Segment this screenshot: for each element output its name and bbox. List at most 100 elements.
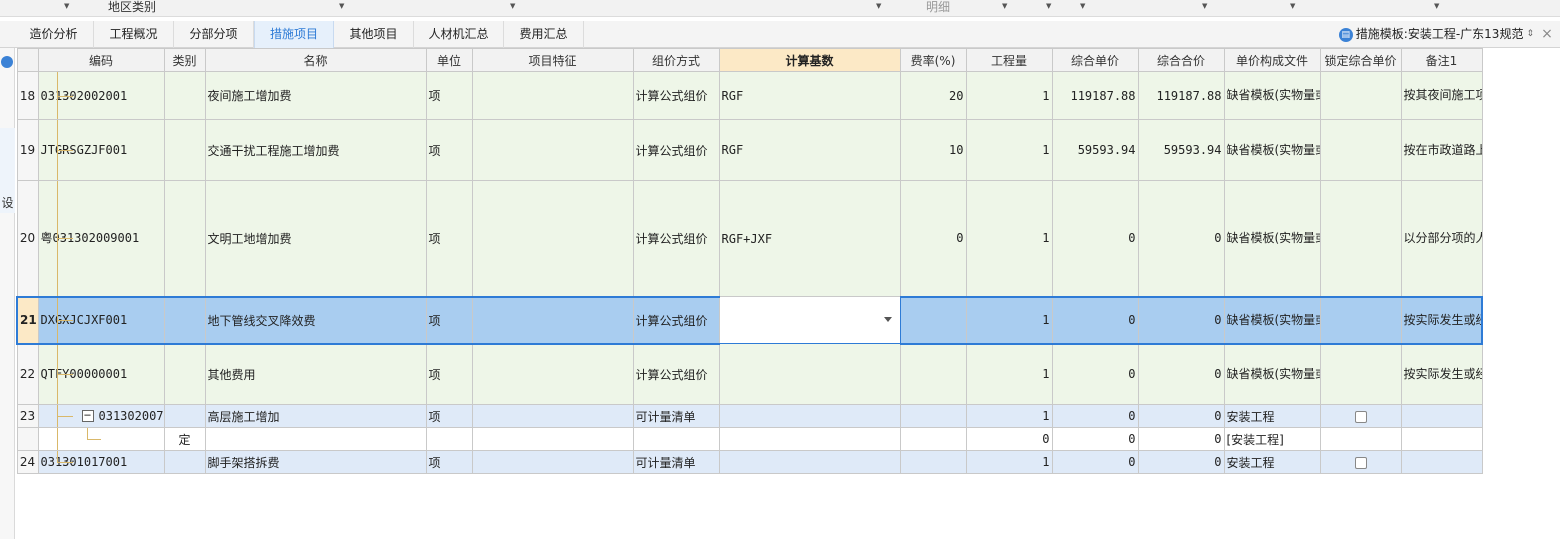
cell-unit-price[interactable]: 59593.94 (1051, 119, 1139, 181)
cell-calc-base[interactable]: RGF (718, 71, 901, 120)
cell-unit[interactable]: 项 (425, 295, 473, 345)
tab-cost-analysis[interactable]: 造价分析 (14, 21, 94, 48)
table-row[interactable]: 24 031301017001 脚手架搭拆费 项 可计量清单 1 0 0 安装工… (16, 450, 1483, 474)
cell-category[interactable] (163, 295, 206, 345)
cell-lock-price[interactable] (1319, 450, 1402, 474)
cell-pricing-method[interactable]: 计算公式组价 (632, 71, 720, 120)
cell-rate[interactable] (899, 427, 967, 451)
cell-quantity[interactable]: 1 (965, 343, 1053, 405)
cell-quantity[interactable]: 0 (965, 427, 1053, 451)
header-unit[interactable]: 单位 (425, 48, 473, 72)
cell-name[interactable]: 脚手架搭拆费 (204, 450, 427, 474)
cell-unit-price[interactable]: 0 (1051, 427, 1139, 451)
cell-unit-price[interactable]: 0 (1051, 180, 1139, 297)
tab-measures[interactable]: 措施项目 (254, 21, 334, 48)
cell-total[interactable]: 0 (1137, 295, 1225, 345)
row-number[interactable]: 24 (16, 450, 39, 474)
cell-code[interactable]: 031301017001 (37, 450, 165, 474)
header-feature[interactable]: 项目特征 (471, 48, 634, 72)
cell-category[interactable]: 定 (163, 427, 206, 451)
cell-unit[interactable]: 项 (425, 343, 473, 405)
cell-code[interactable]: 031302002001 (37, 71, 165, 120)
cell-remark[interactable] (1400, 427, 1483, 451)
cell-code[interactable]: −031302007001 (37, 404, 165, 428)
cell-rate[interactable]: 10 (899, 119, 967, 181)
cell-calc-base[interactable]: RGF+JXF (718, 180, 901, 297)
tab-project-overview[interactable]: 工程概况 (94, 21, 174, 48)
cell-calc-base[interactable] (718, 450, 901, 474)
lock-price-checkbox[interactable] (1354, 456, 1367, 469)
cell-unit[interactable]: 项 (425, 404, 473, 428)
cell-lock-price[interactable] (1319, 180, 1402, 297)
cell-rate[interactable] (899, 404, 967, 428)
header-total[interactable]: 综合合价 (1137, 48, 1225, 72)
cell-name[interactable]: 文明工地增加费 (204, 180, 427, 297)
cell-feature[interactable] (471, 404, 634, 428)
cell-unit[interactable]: 项 (425, 119, 473, 181)
cell-price-file[interactable]: 缺省模板(实物量或计算公式组价) (1223, 119, 1321, 181)
cell-total[interactable]: 0 (1137, 180, 1225, 297)
table-row-sub[interactable]: 定 0 0 0 [安装工程] (16, 427, 1483, 451)
cell-lock-price[interactable] (1319, 295, 1402, 345)
cell-rate[interactable] (899, 343, 967, 405)
cell-feature[interactable] (471, 71, 634, 120)
cell-remark[interactable] (1400, 404, 1483, 428)
cell-lock-price[interactable] (1319, 404, 1402, 428)
cell-rate[interactable] (899, 295, 967, 345)
cell-remark[interactable] (1400, 450, 1483, 474)
cell-unit-price[interactable]: 0 (1051, 295, 1139, 345)
cell-name[interactable]: 高层施工增加 (204, 404, 427, 428)
cell-name[interactable]: 地下管线交叉降效费 (204, 295, 427, 345)
sort-arrows-icon[interactable]: ⇕ (1526, 21, 1534, 48)
close-icon[interactable]: × (1534, 21, 1560, 48)
cell-category[interactable] (163, 71, 206, 120)
header-lock-price[interactable]: 锁定综合单价 (1319, 48, 1402, 72)
cell-pricing-method[interactable]: 计算公式组价 (632, 119, 720, 181)
cell-quantity[interactable]: 1 (965, 295, 1053, 345)
cell-code[interactable]: 粤031302009001 (37, 180, 165, 297)
dropdown-arrow-icon[interactable]: ▼ (1434, 2, 1439, 10)
table-row[interactable]: 23 −031302007001 高层施工增加 项 可计量清单 1 0 0 安装… (16, 404, 1483, 428)
header-calc-base[interactable]: 计算基数 (718, 48, 901, 72)
info-dot-icon[interactable] (1, 56, 13, 68)
row-number[interactable]: 20 (16, 180, 39, 297)
cell-unit[interactable]: 项 (425, 180, 473, 297)
cell-unit-price[interactable]: 119187.88 (1051, 71, 1139, 120)
row-number[interactable]: 22 (16, 343, 39, 405)
cell-remark[interactable]: 以分部分项的人工费与施工机具费之和为计算基础；市级文明工地1.00%；省级文明工… (1400, 180, 1483, 297)
cell-unit-price[interactable]: 0 (1051, 343, 1139, 405)
cell-quantity[interactable]: 1 (965, 180, 1053, 297)
cell-code[interactable]: JTGRSGZJF001 (37, 119, 165, 181)
cell-calc-base[interactable] (718, 343, 901, 405)
cell-rate[interactable]: 20 (899, 71, 967, 120)
chevron-down-icon[interactable] (883, 317, 892, 322)
table-row[interactable]: 20 粤031302009001 文明工地增加费 项 计算公式组价 RGF+JX… (16, 180, 1483, 297)
cell-total[interactable]: 0 (1137, 404, 1225, 428)
cell-price-file[interactable]: 缺省模板(实物量或计算公式组价) (1223, 71, 1321, 120)
cell-price-file[interactable]: 安装工程 (1223, 404, 1321, 428)
calc-base-dropdown[interactable] (718, 296, 901, 344)
cell-code[interactable] (37, 427, 165, 451)
cell-lock-price[interactable] (1319, 119, 1402, 181)
dropdown-arrow-icon[interactable]: ▼ (1290, 2, 1295, 10)
cell-feature[interactable] (471, 180, 634, 297)
cell-rate[interactable]: 0 (899, 180, 967, 297)
cell-quantity[interactable]: 1 (965, 71, 1053, 120)
cell-name[interactable]: 其他费用 (204, 343, 427, 405)
row-number[interactable]: 19 (16, 119, 39, 181)
cell-code[interactable]: QTFY00000001 (37, 343, 165, 405)
cell-total[interactable]: 0 (1137, 343, 1225, 405)
collapse-icon[interactable]: − (81, 409, 94, 422)
cell-price-file[interactable]: 缺省模板(实物量或计算公式组价) (1223, 343, 1321, 405)
cell-calc-base[interactable] (718, 404, 901, 428)
cell-price-file[interactable]: 安装工程 (1223, 450, 1321, 474)
dropdown-arrow-icon[interactable]: ▼ (64, 2, 69, 10)
cell-remark[interactable]: 按其夜间施工项目人工费的20%计算 (1400, 71, 1483, 120)
cell-total[interactable]: 119187.88 (1137, 71, 1225, 120)
cell-quantity[interactable]: 1 (965, 404, 1053, 428)
cell-unit[interactable] (425, 427, 473, 451)
header-category[interactable]: 类别 (163, 48, 206, 72)
tab-other-items[interactable]: 其他项目 (334, 21, 414, 48)
cell-calc-base[interactable]: RGF (718, 119, 901, 181)
cell-lock-price[interactable] (1319, 427, 1402, 451)
